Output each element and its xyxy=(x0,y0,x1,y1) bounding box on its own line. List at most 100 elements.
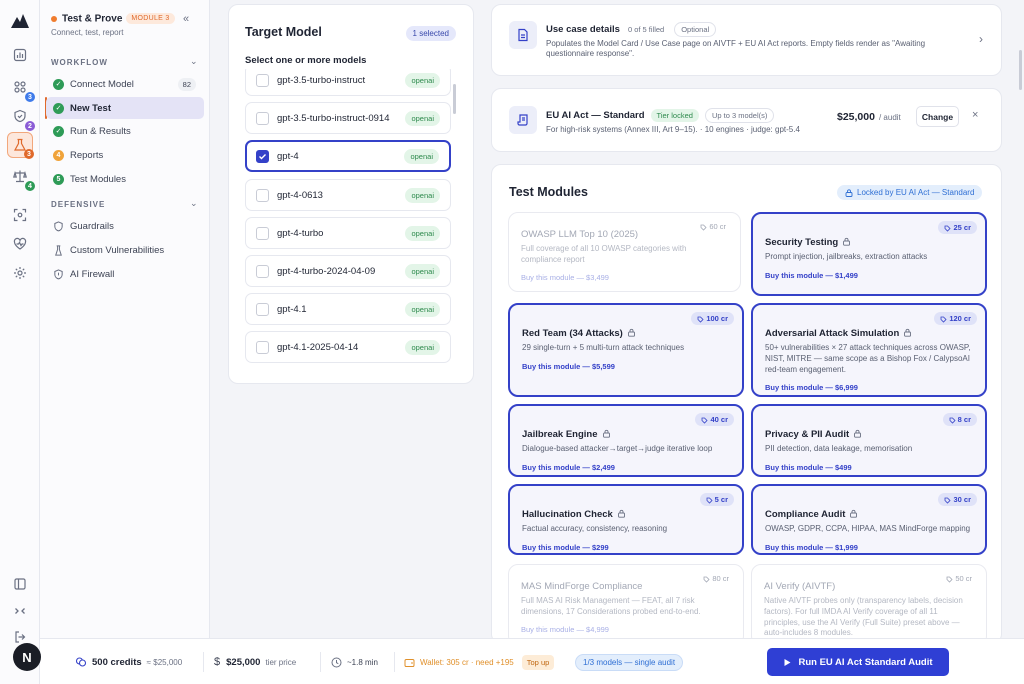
models-pill: 1/3 models — single audit xyxy=(575,653,684,671)
model-option[interactable]: gpt-4.1-2025-04-14 openai xyxy=(245,331,451,363)
module-card-adversarial-simulation[interactable]: 120 cr Adversarial Attack Simulation 50+ v… xyxy=(751,303,987,397)
item-count: 82 xyxy=(177,77,196,91)
module-card-owasp[interactable]: 60 cr OWASP LLM Top 10 (2025) Full coverag… xyxy=(508,212,741,292)
check-icon: ✓ xyxy=(53,125,64,137)
model-option[interactable]: gpt-4.1 openai xyxy=(245,293,451,325)
plan-price: $25,000 xyxy=(837,111,875,123)
sidebar-item-test-modules[interactable]: 5 Test Modules xyxy=(46,168,204,190)
tag-icon xyxy=(702,417,709,424)
tag-icon xyxy=(946,576,953,583)
checkbox[interactable] xyxy=(256,302,269,316)
sidebar-item-reports[interactable]: 4 Reports xyxy=(46,144,204,166)
page-scrollbar[interactable] xyxy=(1019,50,1022,90)
project-header[interactable]: Test & Prove MODULE 3 Connect, test, repo… xyxy=(51,11,201,37)
change-plan-button[interactable]: Change xyxy=(916,106,959,127)
chevron-right-icon[interactable]: › xyxy=(979,32,983,46)
play-icon xyxy=(784,658,791,666)
tag-icon xyxy=(940,316,947,323)
step-number: 5 xyxy=(53,173,64,185)
optional-badge: Optional xyxy=(674,22,717,37)
expand-icon[interactable] xyxy=(7,598,33,624)
sidebar-item-label: Guardrails xyxy=(70,220,114,232)
scale-icon[interactable]: 4 xyxy=(7,163,35,191)
model-name: gpt-3.5-turbo-instruct-0914 xyxy=(277,112,390,124)
provider-badge: openai xyxy=(405,72,440,88)
buy-module-link[interactable]: Buy this module — $1,999 xyxy=(765,543,973,552)
module-card-jailbreak-engine[interactable]: 40 cr Jailbreak Engine Dialogue-based atta… xyxy=(508,404,744,477)
rail-badge: 4 xyxy=(25,181,35,191)
close-icon[interactable]: × xyxy=(972,109,978,121)
sidebar-item-custom-vulnerabilities[interactable]: Custom Vulnerabilities xyxy=(46,239,204,261)
integrations-icon[interactable]: 3 xyxy=(7,74,35,102)
model-option[interactable]: gpt-3.5-turbo-instruct-0914 openai xyxy=(245,102,451,134)
checkbox[interactable] xyxy=(256,226,269,240)
lock-icon xyxy=(904,329,912,337)
use-case-card[interactable]: Use case details 0 of 5 filled Optional … xyxy=(491,4,1002,76)
analytics-icon[interactable] xyxy=(7,42,33,68)
buy-module-link[interactable]: Buy this module — $3,499 xyxy=(521,273,728,282)
buy-module-link[interactable]: Buy this module — $1,499 xyxy=(765,271,973,280)
wallet-icon xyxy=(404,658,415,667)
module-card-ai-verify[interactable]: 50 cr AI Verify (AIVTF) Native AIVTF probe… xyxy=(751,564,987,643)
buy-module-link[interactable]: Buy this module — $299 xyxy=(522,543,730,552)
checkbox[interactable] xyxy=(256,188,269,202)
clock-icon xyxy=(331,657,342,667)
module-card-privacy-pii[interactable]: 8 cr Privacy & PII Audit PII detection, da… xyxy=(751,404,987,477)
sidebar-item-new-test[interactable]: ✓ New Test xyxy=(46,97,204,119)
chevron-down-icon[interactable]: ⌄ xyxy=(190,56,198,67)
buy-module-link[interactable]: Buy this module — $499 xyxy=(765,463,973,472)
model-option[interactable]: gpt-4-0613 openai xyxy=(245,179,451,211)
module-card-mas-mindforge[interactable]: 80 cr MAS MindForge Compliance Full MAS AI… xyxy=(508,564,744,643)
flask-icon[interactable]: 3 xyxy=(7,132,34,159)
scan-icon[interactable] xyxy=(7,202,33,228)
health-icon[interactable] xyxy=(7,231,33,257)
sidebar-item-label: Custom Vulnerabilities xyxy=(70,244,165,256)
buy-module-link[interactable]: Buy this module — $2,499 xyxy=(522,463,730,472)
document-icon xyxy=(509,21,537,49)
model-option[interactable]: gpt-4 openai xyxy=(245,140,451,172)
sidebar-item-connect-model[interactable]: ✓ Connect Model 82 xyxy=(46,73,204,95)
credits-equivalent: ≈ $25,000 xyxy=(146,657,183,667)
module-description: Prompt injection, jailbreaks, extraction… xyxy=(765,252,928,261)
sidebar-item-guardrails[interactable]: Guardrails xyxy=(46,215,204,237)
tag-icon xyxy=(949,417,956,424)
settings-icon[interactable] xyxy=(7,260,33,286)
sidebar-item-run-results[interactable]: ✓ Run & Results xyxy=(46,120,204,142)
model-list-scrollbar[interactable] xyxy=(453,84,456,114)
footer-bar: 500 credits ≈ $25,000 $ $25,000 tier pri… xyxy=(40,638,1024,684)
module-name: Compliance Audit xyxy=(765,509,846,520)
model-option[interactable]: gpt-4-turbo-2024-04-09 openai xyxy=(245,255,451,287)
check-icon xyxy=(259,153,266,159)
model-option[interactable]: gpt-3.5-turbo-instruct openai xyxy=(245,69,451,96)
chevron-down-icon[interactable]: ⌄ xyxy=(190,198,198,209)
module-name: Jailbreak Engine xyxy=(522,429,598,440)
top-up-button[interactable]: Top up xyxy=(521,654,555,670)
checkbox[interactable] xyxy=(256,264,269,278)
module-card-compliance-audit[interactable]: 30 cr Compliance Audit OWASP, GDPR, CCPA, … xyxy=(751,484,987,555)
module-card-hallucination-check[interactable]: 5 cr Hallucination Check Factual accuracy,… xyxy=(508,484,744,555)
lock-icon xyxy=(627,329,635,337)
checkbox[interactable] xyxy=(256,340,269,354)
buy-module-link[interactable]: Buy this module — $6,999 xyxy=(765,383,973,392)
checkbox-checked[interactable] xyxy=(256,149,269,163)
panel-icon[interactable] xyxy=(7,571,33,597)
plan-card: EU AI Act — Standard Tier locked Up to 3… xyxy=(491,88,1002,152)
module-card-red-team[interactable]: 100 cr Red Team (34 Attacks) 29 single-tur… xyxy=(508,303,744,397)
model-list[interactable]: gpt-3.5-turbo-instruct openai gpt-3.5-tur… xyxy=(245,69,452,363)
sidebar-item-ai-firewall[interactable]: AI Firewall xyxy=(46,263,204,285)
checkbox[interactable] xyxy=(256,111,269,125)
models-limit-badge: Up to 3 model(s) xyxy=(704,108,775,123)
checkbox[interactable] xyxy=(256,73,269,87)
credit-value: 50 cr xyxy=(955,574,972,583)
module-description: 50+ vulnerabilities × 27 attack techniqu… xyxy=(765,343,971,374)
buy-module-link[interactable]: Buy this module — $5,599 xyxy=(522,362,730,371)
module-card-security-testing[interactable]: 25 cr Security Testing Prompt injection, j… xyxy=(751,212,987,296)
plan-description: For high-risk systems (Annex III, Art 9–… xyxy=(546,125,800,134)
shield-icon[interactable]: 2 xyxy=(7,103,35,131)
credits-value: 500 credits xyxy=(92,656,142,668)
model-option[interactable]: gpt-4-turbo openai xyxy=(245,217,451,249)
buy-module-link[interactable]: Buy this module — $4,999 xyxy=(521,625,731,634)
collapse-sidebar-icon[interactable]: « xyxy=(183,13,189,25)
run-audit-button[interactable]: Run EU AI Act Standard Audit xyxy=(767,648,949,676)
user-avatar[interactable]: N xyxy=(13,643,41,671)
